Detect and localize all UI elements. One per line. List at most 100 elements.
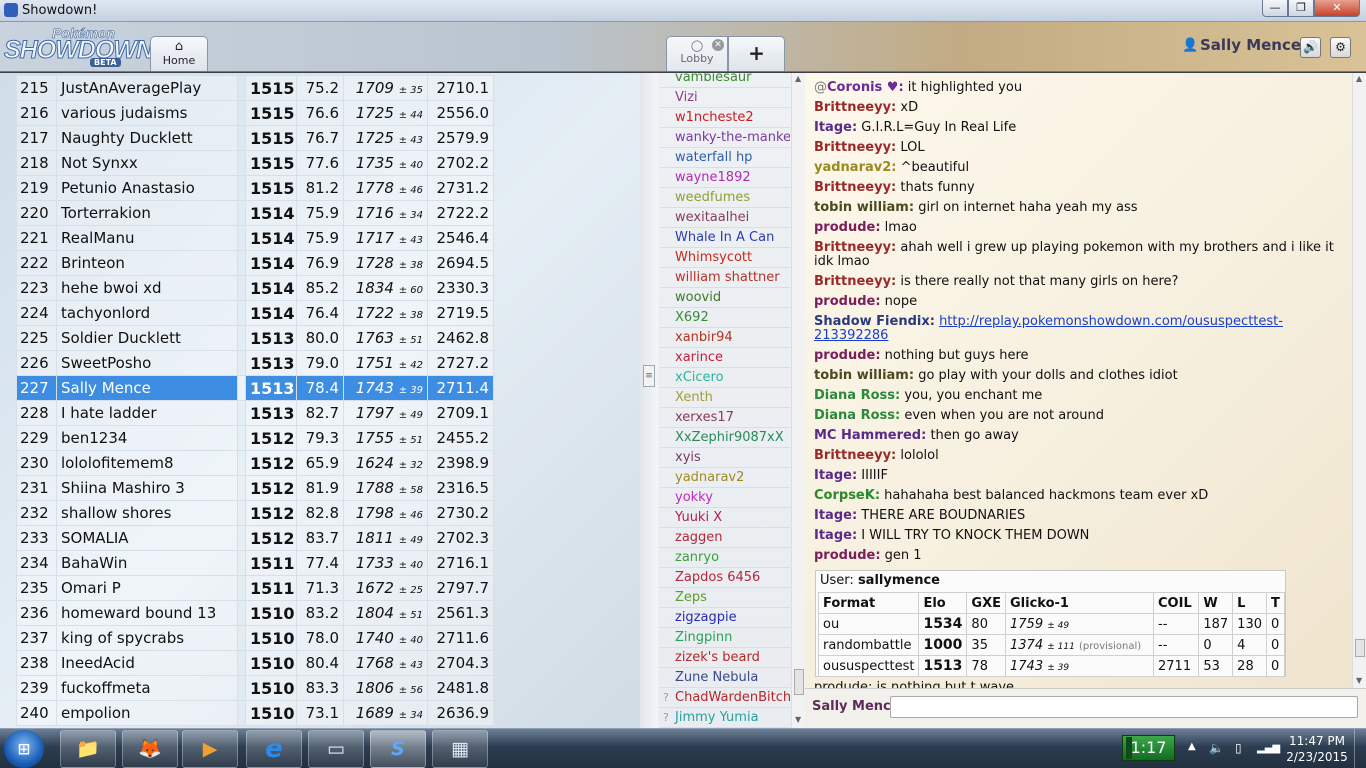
- userlist-item[interactable]: vambiesaur: [660, 73, 790, 88]
- close-tab-icon[interactable]: ✕: [712, 39, 724, 51]
- new-tab-button[interactable]: +: [728, 36, 785, 71]
- userlist-name[interactable]: xarince: [675, 350, 723, 365]
- close-window-button[interactable]: ✕: [1314, 0, 1360, 17]
- ladder-row[interactable]: 232 shallow shores 1512 82.8 1798 ± 46 2730.2: [16, 500, 494, 526]
- ladder-row[interactable]: 216 various judaisms 1515 76.6 1725 ± 44 2556…: [16, 100, 494, 126]
- taskbar-app-button[interactable]: ▭: [308, 730, 364, 768]
- userlist-item[interactable]: wayne1892: [660, 168, 790, 188]
- ladder-player-name[interactable]: Naughty Ducklett: [56, 125, 238, 151]
- ladder-row[interactable]: 235 Omari P 1511 71.3 1672 ± 25 2797.7: [16, 575, 494, 601]
- userlist-name[interactable]: yokky: [675, 490, 713, 505]
- chat-username[interactable]: Itage:: [814, 508, 857, 523]
- network-icon[interactable]: ▂▄▆: [1257, 743, 1280, 754]
- userlist-item[interactable]: yadnarav2: [660, 468, 790, 488]
- ladder-player-name[interactable]: ben1234: [56, 425, 238, 451]
- settings-button[interactable]: ⚙: [1330, 37, 1351, 58]
- userlist-name[interactable]: zigzagpie: [675, 610, 737, 625]
- chat-username[interactable]: tobin william:: [814, 368, 914, 383]
- scrollbar-thumb[interactable]: [794, 669, 804, 695]
- taskbar-app-button[interactable]: ▶: [182, 730, 238, 768]
- ladder-player-name[interactable]: Omari P: [56, 575, 238, 601]
- ladder-player-name[interactable]: Soldier Ducklett: [56, 325, 238, 351]
- userlist-name[interactable]: xCicero: [675, 370, 724, 385]
- chat-username[interactable]: Itage:: [814, 468, 857, 483]
- chat-username[interactable]: Brittneeyy:: [814, 140, 896, 155]
- ladder-row[interactable]: 239 fuckoffmeta 1510 83.3 1806 ± 56 2481.8: [16, 675, 494, 701]
- taskbar-app-button[interactable]: S: [370, 730, 426, 768]
- userlist-name[interactable]: Yuuki X: [675, 510, 722, 525]
- chat-username[interactable]: produde:: [814, 348, 881, 363]
- taskbar-app-button[interactable]: 📁: [60, 730, 116, 768]
- ladder-row[interactable]: 238 IneedAcid 1510 80.4 1768 ± 43 2704.3: [16, 650, 494, 676]
- ladder-player-name[interactable]: tachyonlord: [56, 300, 238, 326]
- userlist-name[interactable]: Whale In A Can: [675, 230, 774, 245]
- ladder-player-name[interactable]: RealManu: [56, 225, 238, 251]
- ladder-player-name[interactable]: homeward bound 13: [56, 600, 238, 626]
- userlist-name[interactable]: vambiesaur: [675, 73, 752, 85]
- userlist-name[interactable]: wayne1892: [675, 170, 751, 185]
- userlist-name[interactable]: Jimmy Yumia: [675, 710, 759, 725]
- chat-username[interactable]: Brittneeyy:: [814, 180, 896, 195]
- chat-username[interactable]: yadnarav2:: [814, 160, 896, 175]
- userlist-item[interactable]: Vizi: [660, 88, 790, 108]
- userlist-item[interactable]: zizek's beard: [660, 648, 790, 668]
- userlist-scrollbar[interactable]: ▲ ▼: [791, 73, 805, 728]
- userlist-item[interactable]: Zeps: [660, 588, 790, 608]
- userlist-item[interactable]: xerxes17: [660, 408, 790, 428]
- userlist-item[interactable]: weedfumes: [660, 188, 790, 208]
- userlist-item[interactable]: Zapdos 6456: [660, 568, 790, 588]
- ladder-row[interactable]: 233 SOMALIA 1512 83.7 1811 ± 49 2702.3: [16, 525, 494, 551]
- scrollbar-thumb[interactable]: [1355, 639, 1365, 657]
- ladder-player-name[interactable]: JustAnAveragePlay: [56, 75, 238, 101]
- userlist-name[interactable]: XxZephir9087xX: [675, 430, 784, 445]
- userlist-item[interactable]: Yuuki X: [660, 508, 790, 528]
- chat-username[interactable]: MC Hammered:: [814, 428, 926, 443]
- chat-username[interactable]: produde:: [814, 220, 881, 235]
- chat-username[interactable]: Brittneeyy:: [814, 448, 896, 463]
- ladder-player-name[interactable]: Not Synxx: [56, 150, 238, 176]
- userlist-item[interactable]: woovid: [660, 288, 790, 308]
- ladder-row[interactable]: 237 king of spycrabs 1510 78.0 1740 ± 40 2711…: [16, 625, 494, 651]
- ladder-row[interactable]: 226 SweetPosho 1513 79.0 1751 ± 42 2727.2: [16, 350, 494, 376]
- userlist-name[interactable]: xyis: [675, 450, 701, 465]
- userlist-item[interactable]: yokky: [660, 488, 790, 508]
- volume-icon[interactable]: 🔈: [1209, 741, 1224, 755]
- ladder-player-name[interactable]: hehe bwoi xd: [56, 275, 238, 301]
- ladder-player-name[interactable]: various judaisms: [56, 100, 238, 126]
- userlist-name[interactable]: william shattner: [675, 270, 780, 285]
- ladder-player-name[interactable]: king of spycrabs: [56, 625, 238, 651]
- show-desktop-button[interactable]: [1354, 729, 1366, 768]
- userlist-name[interactable]: xerxes17: [675, 410, 734, 425]
- userlist-item[interactable]: ? Jimmy Yumia: [660, 708, 790, 728]
- userlist-item[interactable]: zaggen: [660, 528, 790, 548]
- showdown-logo[interactable]: Pokémon SHOWDOWN BETA: [4, 25, 154, 67]
- splitter-grip-icon[interactable]: ≡: [643, 365, 655, 387]
- userlist-name[interactable]: zaggen: [675, 530, 723, 545]
- userlist-name[interactable]: X692: [675, 310, 709, 325]
- userlist-name[interactable]: Zeps: [675, 590, 707, 605]
- ladder-row[interactable]: 228 I hate ladder 1513 82.7 1797 ± 49 2709.1: [16, 400, 494, 426]
- ladder-player-name[interactable]: BahaWin: [56, 550, 238, 576]
- userlist-item[interactable]: william shattner: [660, 268, 790, 288]
- chat-username[interactable]: Coronis ♥:: [827, 80, 904, 95]
- chat-input[interactable]: [890, 696, 1358, 718]
- battery-icon[interactable]: ▯: [1235, 741, 1242, 755]
- ladder-player-name[interactable]: SOMALIA: [56, 525, 238, 551]
- chat-username[interactable]: Diana Ross:: [814, 408, 900, 423]
- maximize-button[interactable]: ❐: [1288, 0, 1314, 17]
- ladder-row[interactable]: 227 Sally Mence 1513 78.4 1743 ± 39 2711.4: [16, 375, 494, 401]
- userlist-item[interactable]: xanbir94: [660, 328, 790, 348]
- ladder-row[interactable]: 225 Soldier Ducklett 1513 80.0 1763 ± 51 2462…: [16, 325, 494, 351]
- ladder-player-name[interactable]: fuckoffmeta: [56, 675, 238, 701]
- ladder-row[interactable]: 220 Torterrakion 1514 75.9 1716 ± 34 2722.2: [16, 200, 494, 226]
- userlist-item[interactable]: XxZephir9087xX: [660, 428, 790, 448]
- ladder-row[interactable]: 230 lololofitemem8 1512 65.9 1624 ± 32 2398.9: [16, 450, 494, 476]
- chat-username[interactable]: Brittneeyy:: [814, 240, 896, 255]
- ladder-player-name[interactable]: Shiina Mashiro 3: [56, 475, 238, 501]
- userlist-item[interactable]: Whale In A Can: [660, 228, 790, 248]
- taskbar-app-button[interactable]: e: [246, 730, 302, 768]
- ladder-player-name[interactable]: Sally Mence: [56, 375, 238, 401]
- ladder-player-name[interactable]: empolion: [56, 700, 238, 726]
- ladder-player-name[interactable]: Brinteon: [56, 250, 238, 276]
- scroll-down-icon[interactable]: ▼: [1356, 676, 1362, 685]
